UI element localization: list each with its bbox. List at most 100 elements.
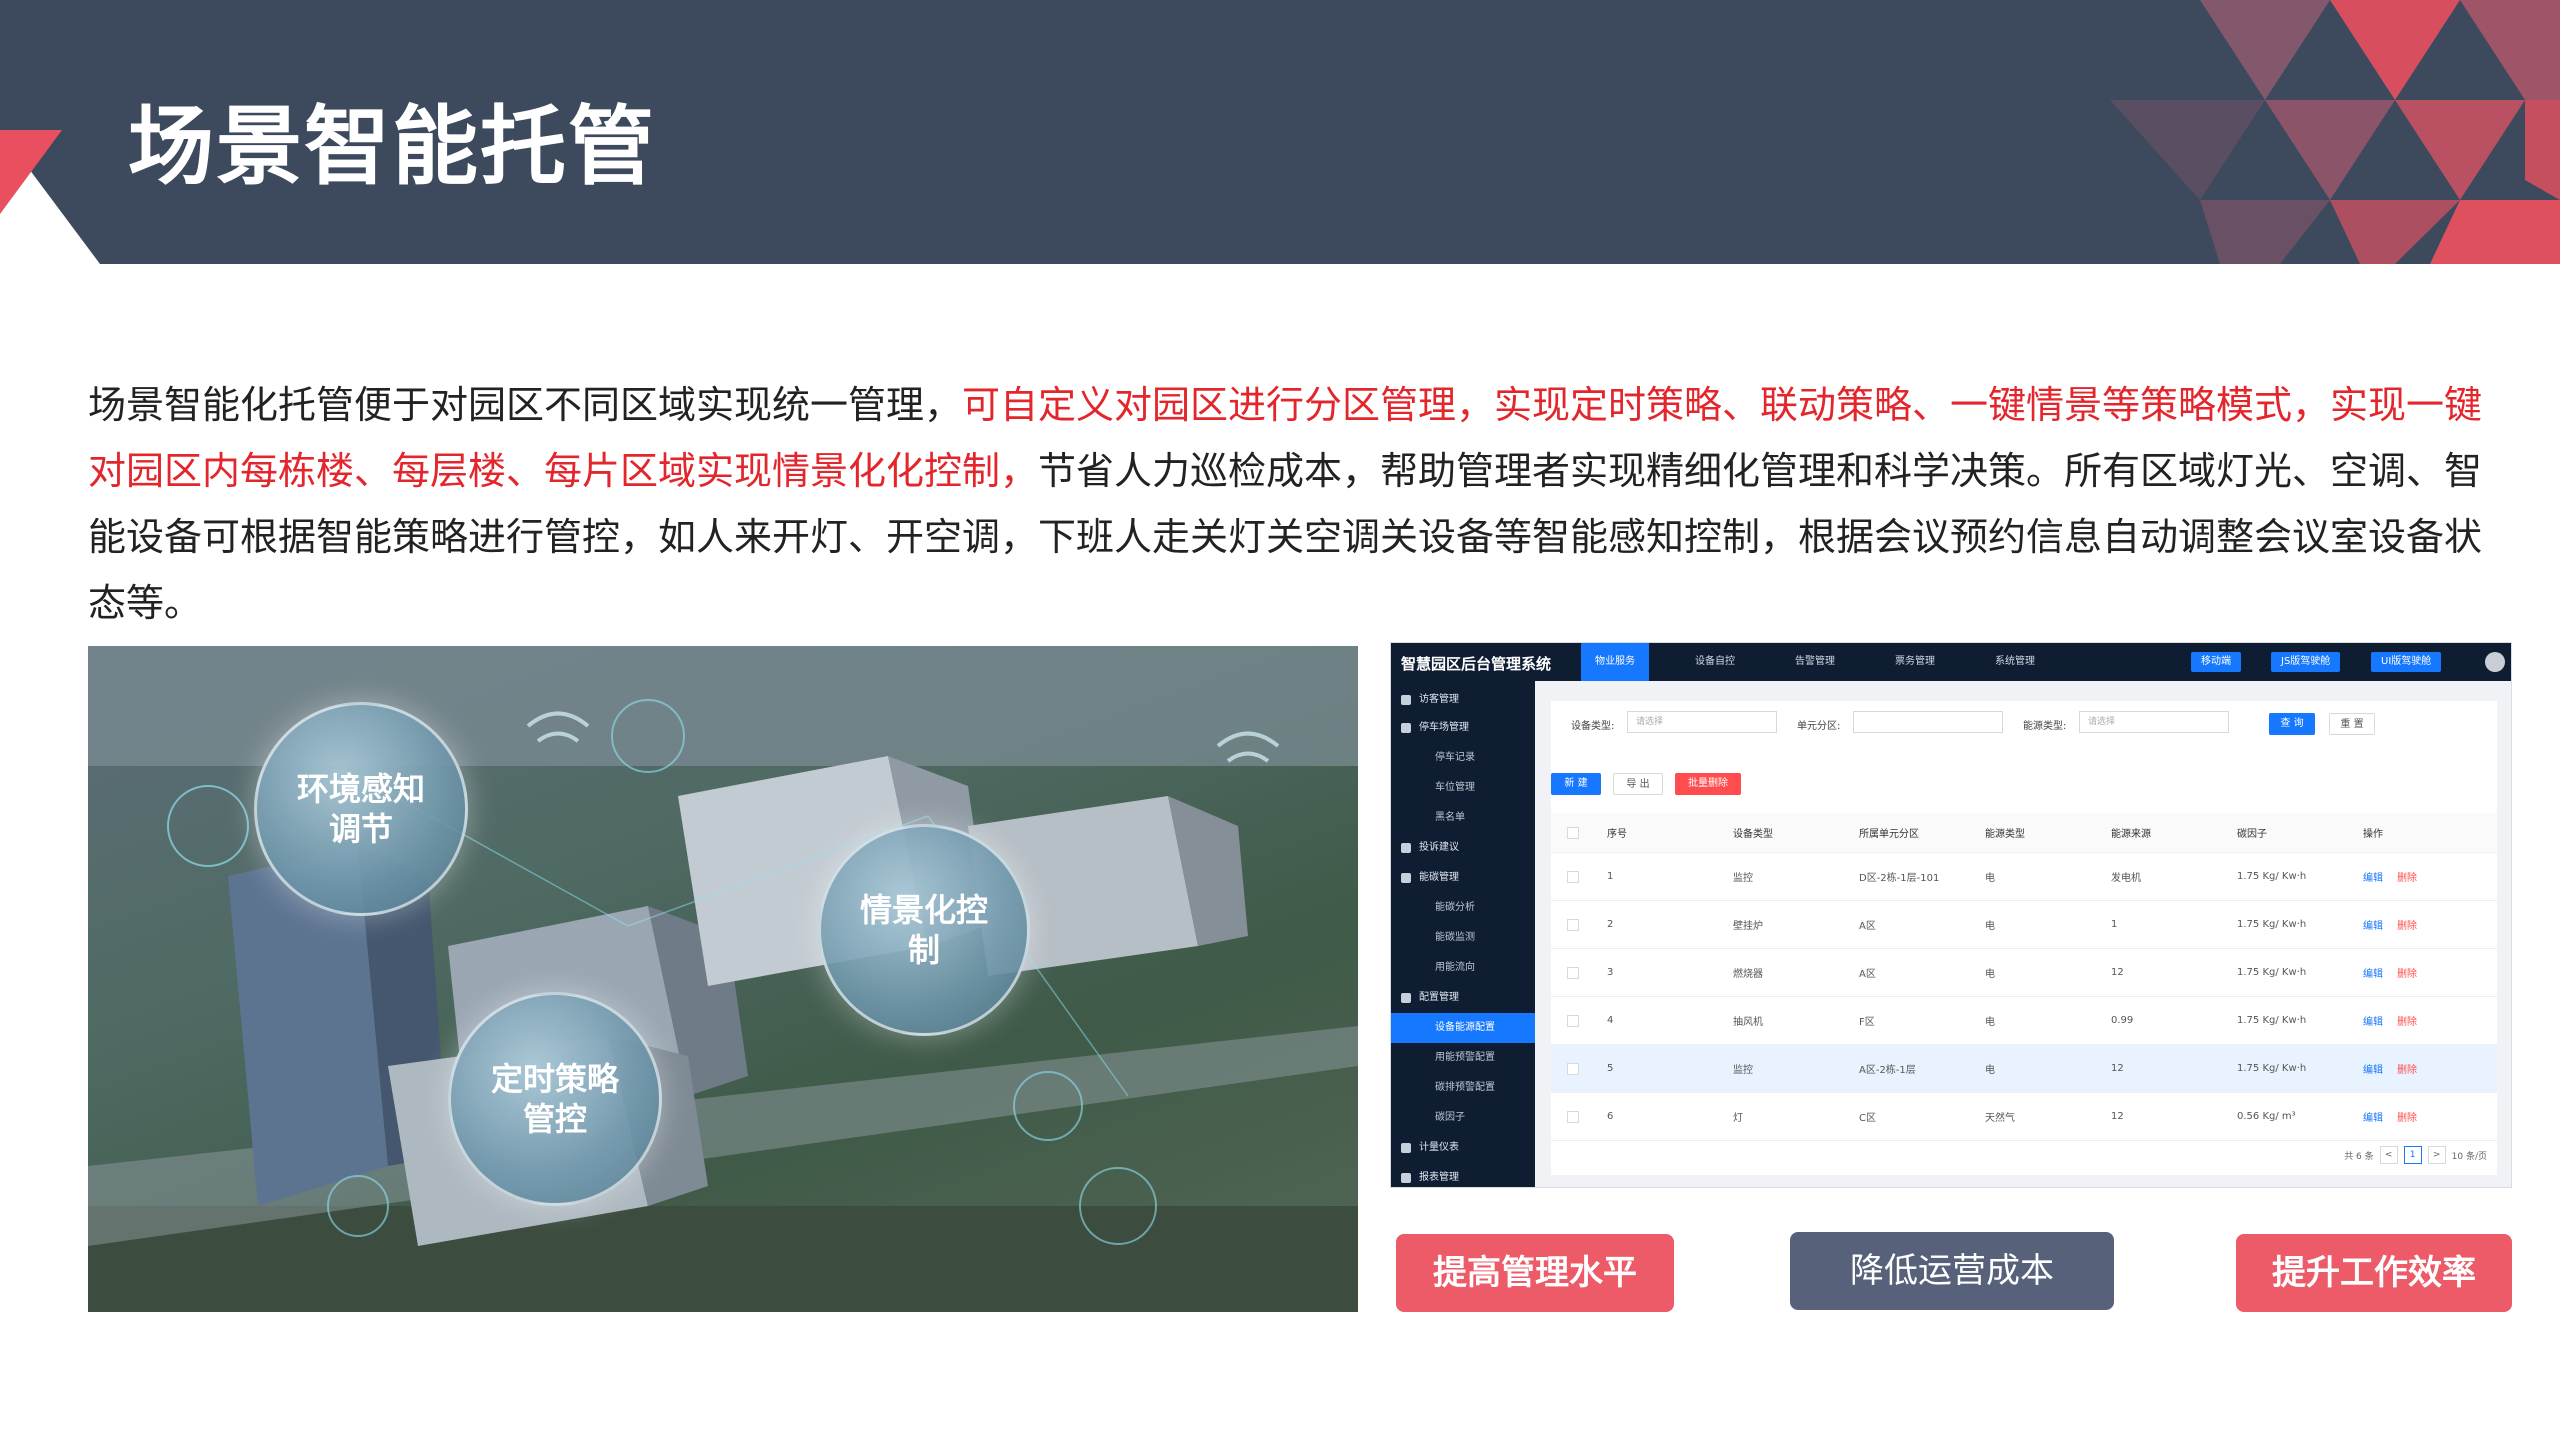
table-row[interactable]: 3 燃烧器 A区 电 12 1.75 Kg/ Kw·h 编辑 删除: [1551, 949, 2497, 997]
delete-link[interactable]: 删除: [2397, 917, 2417, 932]
row-checkbox[interactable]: [1567, 966, 1579, 979]
table-cell: 1.75 Kg/ Kw·h: [2237, 967, 2307, 978]
table-cell: 6: [1607, 1111, 1614, 1122]
table-cell-actions: 编辑 删除: [2363, 901, 2417, 948]
pager-size[interactable]: 10 条/页: [2452, 1149, 2487, 1162]
filter-energy-type-label: 能源类型:: [2023, 721, 2067, 732]
col-header: 所属单元分区: [1859, 829, 1919, 840]
side-item-config[interactable]: 配置管理: [1391, 983, 1535, 1013]
table-cell-actions: 编辑 删除: [2363, 997, 2417, 1044]
export-button[interactable]: 导 出: [1613, 773, 1663, 795]
edit-link[interactable]: 编辑: [2363, 1061, 2383, 1076]
pager-prev[interactable]: <: [2379, 1146, 2398, 1164]
table-cell: A区: [1859, 969, 1876, 980]
admin-nav-2[interactable]: 告警管理: [1781, 643, 1849, 681]
table-cell: 12: [2111, 967, 2124, 978]
user-icon: [1401, 695, 1411, 705]
table-cell: F区: [1859, 1017, 1875, 1028]
meter-icon: [1401, 1143, 1411, 1153]
table-cell: 0.56 Kg/ m³: [2237, 1111, 2296, 1122]
batch-delete-button[interactable]: 批量删除: [1675, 773, 1741, 795]
table-row[interactable]: 2 壁挂炉 A区 电 1 1.75 Kg/ Kw·h 编辑 删除: [1551, 901, 2497, 949]
delete-link[interactable]: 删除: [2397, 869, 2417, 884]
side-item-parking-record[interactable]: 停车记录: [1391, 743, 1535, 773]
delete-link[interactable]: 删除: [2397, 1013, 2417, 1028]
intro-paragraph: 场景智能化托管便于对园区不同区域实现统一管理，可自定义对园区进行分区管理，实现定…: [88, 372, 2488, 636]
side-item-space[interactable]: 车位管理: [1391, 773, 1535, 803]
side-item-blacklist[interactable]: 黑名单: [1391, 803, 1535, 833]
edit-link[interactable]: 编辑: [2363, 869, 2383, 884]
table-row[interactable]: 6 灯 C区 天然气 12 0.56 Kg/ m³ 编辑 删除: [1551, 1093, 2497, 1141]
col-header: 能源来源: [2111, 829, 2151, 840]
admin-topbtn-js[interactable]: JS版驾驶舱: [2271, 652, 2341, 672]
table-row[interactable]: 5 监控 A区-2栋-1层 电 12 1.75 Kg/ Kw·h 编辑 删除: [1551, 1045, 2497, 1093]
side-item-carbon-alert[interactable]: 碳排预警配置: [1391, 1073, 1535, 1103]
reset-button[interactable]: 重 置: [2329, 713, 2375, 735]
row-checkbox[interactable]: [1567, 1014, 1579, 1027]
side-item-device-energy-config[interactable]: 设备能源配置: [1391, 1013, 1535, 1043]
table-cell: A区-2栋-1层: [1859, 1065, 1916, 1076]
filter-device-type-label: 设备类型:: [1571, 721, 1615, 732]
table-cell: 天然气: [1985, 1113, 2015, 1124]
table-row[interactable]: 1 监控 D区-2栋-1层-101 电 发电机 1.75 Kg/ Kw·h 编辑 删除: [1551, 853, 2497, 901]
table-row[interactable]: 4 抽风机 F区 电 0.99 1.75 Kg/ Kw·h 编辑 删除: [1551, 997, 2497, 1045]
table-cell-actions: 编辑 删除: [2363, 1093, 2417, 1140]
parking-icon: [1401, 723, 1411, 733]
row-checkbox[interactable]: [1567, 870, 1579, 883]
leaf-icon: [1401, 873, 1411, 883]
table-cell: 电: [1985, 873, 1995, 884]
side-item-energy-flow[interactable]: 用能流向: [1391, 953, 1535, 983]
col-header: 序号: [1607, 829, 1627, 840]
filter-device-type-select[interactable]: 请选择: [1627, 711, 1777, 733]
side-label: 计量仪表: [1419, 1142, 1459, 1153]
admin-topbtn-ui[interactable]: UI版驾驶舱: [2371, 652, 2442, 672]
side-item-carbon[interactable]: 能碳管理: [1391, 863, 1535, 893]
pager-next[interactable]: >: [2427, 1146, 2446, 1164]
side-item-complaint[interactable]: 投诉建议: [1391, 833, 1535, 863]
edit-link[interactable]: 编辑: [2363, 965, 2383, 980]
side-item-energy-alert[interactable]: 用能预警配置: [1391, 1043, 1535, 1073]
pager-page-1[interactable]: 1: [2403, 1146, 2422, 1164]
edit-link[interactable]: 编辑: [2363, 917, 2383, 932]
side-label: 停车场管理: [1419, 722, 1469, 733]
filter-unit-select[interactable]: [1853, 711, 2003, 733]
side-item-carbon-monitor[interactable]: 能碳监测: [1391, 923, 1535, 953]
admin-avatar[interactable]: [2485, 652, 2505, 672]
admin-nav-0[interactable]: 物业服务: [1581, 643, 1649, 681]
new-button[interactable]: 新 建: [1551, 773, 1601, 795]
config-icon: [1401, 993, 1411, 1003]
bubble-scene-control: 情景化控制: [818, 824, 1030, 1036]
side-item-visitor[interactable]: 访客管理: [1391, 685, 1535, 715]
pager-total: 共 6 条: [2344, 1151, 2374, 1162]
row-checkbox[interactable]: [1567, 1110, 1579, 1123]
edit-link[interactable]: 编辑: [2363, 1013, 2383, 1028]
table-cell: 1.75 Kg/ Kw·h: [2237, 871, 2307, 882]
delete-link[interactable]: 删除: [2397, 1061, 2417, 1076]
delete-link[interactable]: 删除: [2397, 1109, 2417, 1124]
edit-link[interactable]: 编辑: [2363, 1109, 2383, 1124]
side-label: 能碳管理: [1419, 872, 1459, 883]
bubble-timer-strategy: 定时策略管控: [448, 992, 662, 1206]
select-all-checkbox[interactable]: [1567, 826, 1579, 839]
side-item-carbon-analysis[interactable]: 能碳分析: [1391, 893, 1535, 923]
admin-topbtn-mobile[interactable]: 移动端: [2191, 652, 2241, 672]
table-cell: 5: [1607, 1063, 1614, 1074]
row-checkbox[interactable]: [1567, 918, 1579, 931]
admin-nav-1[interactable]: 设备自控: [1681, 643, 1749, 681]
admin-nav-3[interactable]: 票务管理: [1881, 643, 1949, 681]
side-label: 访客管理: [1419, 694, 1459, 705]
bubble-environment-label: 环境感知调节: [296, 770, 425, 848]
delete-link[interactable]: 删除: [2397, 965, 2417, 980]
bubble-timer-label: 定时策略管控: [490, 1060, 619, 1138]
admin-nav-4[interactable]: 系统管理: [1981, 643, 2049, 681]
table-cell: 1.75 Kg/ Kw·h: [2237, 1063, 2307, 1074]
side-item-report[interactable]: 报表管理: [1391, 1163, 1535, 1187]
filter-energy-type-select[interactable]: 请选择: [2079, 711, 2229, 733]
filter-unit-label: 单元分区:: [1797, 721, 1841, 732]
table-cell: 壁挂炉: [1733, 921, 1763, 932]
row-checkbox[interactable]: [1567, 1062, 1579, 1075]
side-item-parking[interactable]: 停车场管理: [1391, 713, 1535, 743]
side-item-carbon-factor[interactable]: 碳因子: [1391, 1103, 1535, 1133]
side-item-meter[interactable]: 计量仪表: [1391, 1133, 1535, 1163]
search-button[interactable]: 查 询: [2269, 713, 2315, 735]
